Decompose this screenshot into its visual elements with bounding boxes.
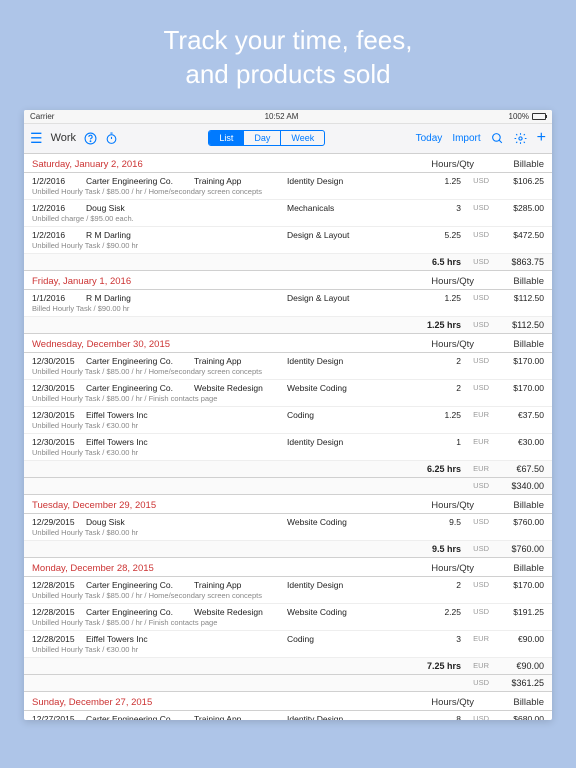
section-subtotal: 9.5 hrsUSD$760.00 — [24, 541, 552, 558]
section-subtotal: 7.25 hrsEUR€90.00 — [24, 658, 552, 675]
section-header: Monday, December 28, 2015Hours/QtyBillab… — [24, 558, 552, 577]
entry-row[interactable]: 12/30/2015Eiffel Towers IncCodingUnbille… — [24, 407, 552, 434]
status-bar: Carrier 10:52 AM 100% — [24, 110, 552, 124]
section-header: Saturday, January 2, 2016Hours/QtyBillab… — [24, 154, 552, 173]
entry-row[interactable]: 12/28/2015Carter Engineering Co.Training… — [24, 577, 552, 604]
page-title: Work — [51, 132, 76, 144]
section-subtotal: USD$340.00 — [24, 478, 552, 495]
section-header: Friday, January 1, 2016Hours/QtyBillable — [24, 271, 552, 290]
entry-row[interactable]: 12/28/2015Eiffel Towers IncCodingUnbille… — [24, 631, 552, 658]
entry-row[interactable]: 1/2/2016Carter Engineering Co.Training A… — [24, 173, 552, 200]
add-icon[interactable]: + — [537, 129, 546, 147]
view-segmented-control[interactable]: List Day Week — [208, 130, 325, 146]
entry-row[interactable]: 1/1/2016R M DarlingDesign & LayoutBilled… — [24, 290, 552, 317]
section-subtotal: 1.25 hrsUSD$112.50 — [24, 317, 552, 334]
section-header: Sunday, December 27, 2015Hours/QtyBillab… — [24, 692, 552, 711]
section-subtotal: 6.25 hrsEUR€67.50 — [24, 461, 552, 478]
search-icon[interactable] — [491, 132, 504, 145]
entry-row[interactable]: 1/2/2016Doug SiskMechanicalsUnbilled cha… — [24, 200, 552, 227]
section-subtotal: 6.5 hrsUSD$863.75 — [24, 254, 552, 271]
section-header: Wednesday, December 30, 2015Hours/QtyBil… — [24, 334, 552, 353]
import-button[interactable]: Import — [452, 133, 480, 144]
entry-row[interactable]: 1/2/2016R M DarlingDesign & LayoutUnbill… — [24, 227, 552, 254]
promo-text: Track your time, fees, and products sold — [0, 0, 576, 110]
toolbar: ☰ Work List Day Week Today Import + — [24, 124, 552, 154]
entry-row[interactable]: 12/28/2015Carter Engineering Co.Website … — [24, 604, 552, 631]
battery-icon — [532, 113, 546, 120]
entry-row[interactable]: 12/30/2015Eiffel Towers IncIdentity Desi… — [24, 434, 552, 461]
seg-day[interactable]: Day — [244, 131, 281, 145]
entry-row[interactable]: 12/30/2015Carter Engineering Co.Training… — [24, 353, 552, 380]
seg-list[interactable]: List — [209, 131, 244, 145]
clock-label: 10:52 AM — [265, 112, 299, 121]
timer-icon[interactable] — [105, 132, 118, 145]
carrier-label: Carrier — [30, 112, 54, 121]
menu-icon[interactable]: ☰ — [30, 130, 43, 147]
entry-row[interactable]: 12/27/2015Carter Engineering Co.Training… — [24, 711, 552, 720]
battery-pct: 100% — [509, 112, 529, 121]
help-icon[interactable] — [84, 132, 97, 145]
seg-week[interactable]: Week — [281, 131, 324, 145]
entries-list[interactable]: Saturday, January 2, 2016Hours/QtyBillab… — [24, 154, 552, 720]
device-frame: Carrier 10:52 AM 100% ☰ Work List Day We… — [24, 110, 552, 720]
gear-icon[interactable] — [514, 132, 527, 145]
section-subtotal: USD$361.25 — [24, 675, 552, 692]
entry-row[interactable]: 12/30/2015Carter Engineering Co.Website … — [24, 380, 552, 407]
entry-row[interactable]: 12/29/2015Doug SiskWebsite CodingUnbille… — [24, 514, 552, 541]
section-header: Tuesday, December 29, 2015Hours/QtyBilla… — [24, 495, 552, 514]
today-button[interactable]: Today — [416, 133, 443, 144]
